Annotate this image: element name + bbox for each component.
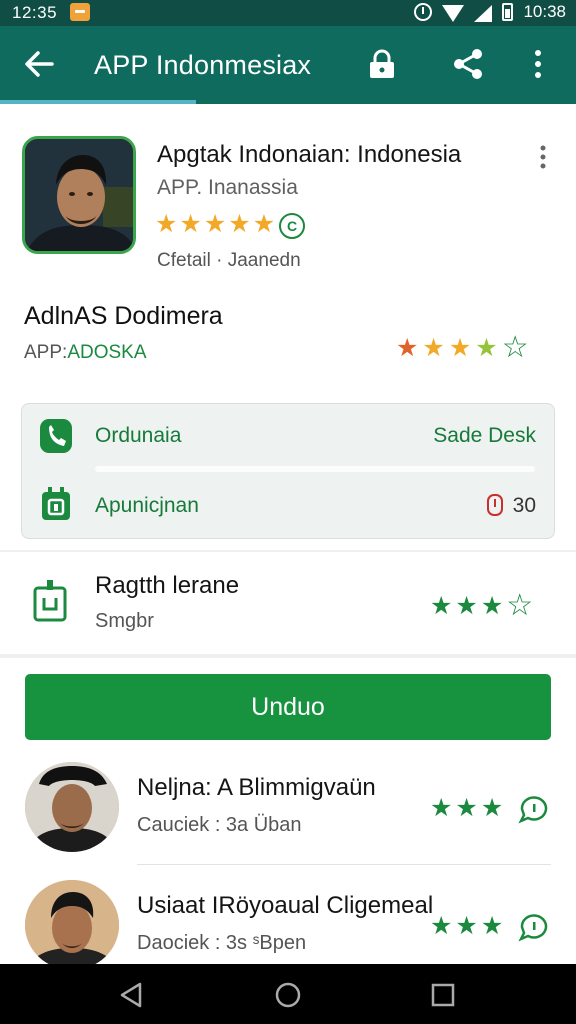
star-icon: ★ — [252, 210, 276, 238]
developer-name[interactable]: AdlnAS Dodimera — [24, 302, 223, 331]
install-button[interactable]: Unduo — [25, 674, 551, 740]
developer-rating: ★ ★ ★ ★ ☆ — [396, 330, 529, 365]
lock-icon[interactable] — [366, 48, 398, 80]
star-icon[interactable]: ★ — [430, 594, 452, 621]
app-title: Apgtak Indonaian: Indonesia — [157, 141, 462, 168]
rate-title: Ragtth lerane — [95, 572, 240, 599]
developer-sub-accent: ADOSKA — [67, 342, 147, 363]
back-arrow-icon[interactable] — [22, 46, 56, 82]
status-time-right: 10:38 — [523, 2, 566, 21]
developer-sub: APP:ADOSKA — [24, 342, 147, 364]
star-icon: ★ — [448, 333, 472, 362]
reviewer-name: Neljna: A Blimmigvaün — [137, 774, 376, 801]
star-icon: ★ — [430, 794, 453, 822]
review-meta: Cauciek : 3a Üban — [137, 814, 302, 836]
reviewer-name: Usiaat IRöyoaual Cligemeal — [137, 892, 434, 919]
app-icon-avatar — [22, 136, 136, 254]
android-icon — [42, 487, 70, 520]
system-nav-bar — [0, 964, 576, 1024]
review-meta: Daociek : 3s ˢBpen — [137, 932, 307, 954]
star-icon: ★ — [422, 333, 445, 362]
chat-bubble-icon[interactable] — [518, 796, 550, 824]
share-icon[interactable] — [450, 46, 486, 82]
star-icon: ★ — [203, 210, 227, 238]
more-vert-icon[interactable] — [528, 48, 548, 80]
signal-icon — [474, 4, 493, 22]
reviewer-avatar — [25, 762, 119, 852]
review-stars: ★ ★ ★ — [430, 796, 503, 821]
status-bar: 12:35 10:38 — [0, 0, 576, 26]
star-icon: ★ — [455, 912, 478, 940]
rate-subtitle: Smgbr — [95, 610, 154, 632]
app-bar: APP Indonmesiax — [0, 26, 576, 104]
content-rating-badge: C — [279, 213, 305, 239]
app-rating-stars: ★ ★ ★ ★ ★ — [155, 212, 275, 237]
star-icon: ★ — [430, 912, 453, 940]
more-vert-icon[interactable] — [538, 144, 548, 170]
star-icon: ★ — [396, 333, 419, 362]
star-icon: ★ — [155, 210, 178, 238]
back-triangle-icon[interactable] — [116, 980, 146, 1010]
rate-app-card: Ragtth lerane Smgbr ★ ★ ★ ☆ — [0, 552, 576, 654]
power-icon — [486, 494, 503, 516]
battery-icon — [502, 3, 514, 21]
star-icon: ★ — [228, 210, 251, 238]
star-icon: ★ — [480, 912, 504, 940]
info-row-permissions[interactable]: Apunicjnan 30 — [22, 478, 556, 534]
reviews-card: Unduo Neljna: A Blimmigvaün Cauciek : 3a… — [0, 658, 576, 970]
status-time-left: 12:35 — [12, 3, 58, 22]
star-icon[interactable]: ★ — [481, 594, 503, 621]
status-icons: 10:38 — [414, 2, 566, 22]
info-progress-bar — [95, 466, 535, 472]
recents-square-icon[interactable] — [428, 980, 458, 1010]
star-icon: ★ — [455, 794, 478, 822]
review-item[interactable]: Neljna: A Blimmigvaün Cauciek : 3a Üban … — [0, 752, 576, 868]
home-circle-icon[interactable] — [273, 980, 303, 1010]
info-row1-label: Ordunaia — [95, 424, 182, 447]
info-row1-value: Sade Desk — [433, 424, 536, 447]
divider — [137, 864, 551, 865]
app-meta: Cfetail · Jaanedn — [157, 250, 301, 271]
notification-icon — [70, 3, 90, 21]
star-icon: ★ — [179, 210, 202, 238]
rate-stars[interactable]: ★ ★ ★ ☆ — [430, 591, 533, 621]
bag-icon — [33, 580, 67, 622]
star-icon[interactable]: ★ — [455, 594, 477, 621]
alarm-icon — [414, 3, 433, 21]
star-icon: ★ — [480, 794, 504, 822]
review-stars: ★ ★ ★ — [430, 914, 503, 939]
info-row2-value: 30 — [486, 494, 536, 518]
info-box: Ordunaia Sade Desk Apunicjnan 30 — [21, 403, 555, 539]
info-row-support[interactable]: Ordunaia Sade Desk — [22, 408, 556, 464]
star-outline-icon[interactable]: ☆ — [506, 591, 533, 621]
info-row2-label: Apunicjnan — [95, 494, 199, 517]
wifi-icon — [442, 5, 465, 22]
app-subtitle: APP. Inanassia — [157, 176, 298, 199]
star-outline-icon: ☆ — [501, 331, 529, 364]
reviewer-avatar — [25, 880, 119, 970]
developer-sub-prefix: APP: — [24, 342, 68, 363]
star-icon: ★ — [475, 333, 498, 362]
chat-bubble-icon[interactable] — [518, 914, 550, 942]
app-bar-title: APP Indonmesiax — [94, 50, 312, 80]
info-row2-number: 30 — [512, 494, 536, 517]
app-header-card: Apgtak Indonaian: Indonesia APP. Inanass… — [0, 104, 576, 550]
phone-icon — [40, 419, 72, 453]
